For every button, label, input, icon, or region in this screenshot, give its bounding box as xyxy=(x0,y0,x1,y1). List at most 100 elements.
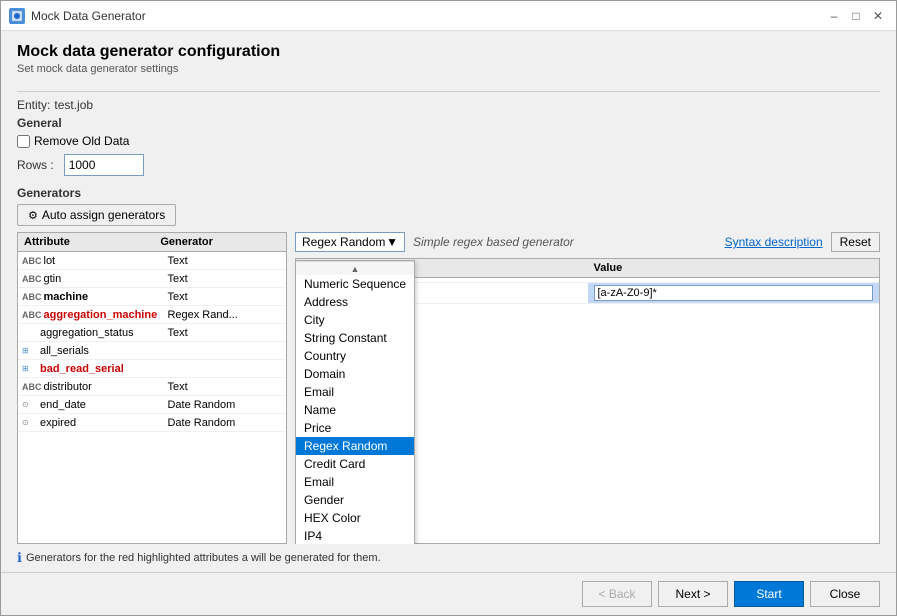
dropdown-item[interactable]: Credit Card xyxy=(296,455,414,473)
cell-attribute: ⊙ end_date xyxy=(18,397,163,413)
dropdown-item[interactable]: Regex Random xyxy=(296,437,414,455)
auto-assign-label: Auto assign generators xyxy=(42,208,165,222)
cell-generator xyxy=(163,367,286,371)
dropdown-item[interactable]: City xyxy=(296,311,414,329)
table-row[interactable]: ABC gtin Text xyxy=(18,270,286,288)
abc-icon: ABC xyxy=(22,256,42,266)
attribute-name: aggregation_machine xyxy=(44,309,158,321)
attribute-name: bad_read_serial xyxy=(40,363,124,375)
table-row[interactable]: ABC distributor Text xyxy=(18,378,286,396)
attribute-col-header: Attribute xyxy=(18,233,154,251)
generator-description: Simple regex based generator xyxy=(413,235,574,249)
cell-generator: Text xyxy=(163,253,286,269)
dropdown-item[interactable]: IP4 xyxy=(296,527,414,544)
dropdown-menu[interactable]: ▲ Numeric SequenceAddressCityString Cons… xyxy=(295,260,415,544)
entity-label: Entity: xyxy=(17,98,50,112)
close-window-button[interactable]: ✕ xyxy=(868,6,888,26)
abc-icon: ABC xyxy=(22,310,42,320)
table-row[interactable]: ABC machine Text xyxy=(18,288,286,306)
calendar-icon: ⊙ xyxy=(22,400,38,409)
generator-dropdown[interactable]: Regex Random ▼ xyxy=(295,232,405,252)
grid-icon: ⊞ xyxy=(22,364,38,373)
table-row[interactable]: ⊙ end_date Date Random xyxy=(18,396,286,414)
info-text: Generators for the red highlighted attri… xyxy=(26,552,381,564)
main-window: Mock Data Generator – □ ✕ Mock data gene… xyxy=(0,0,897,616)
dropdown-value: Regex Random xyxy=(302,235,385,249)
table-row[interactable]: ⊞ bad_read_serial xyxy=(18,360,286,378)
maximize-button[interactable]: □ xyxy=(846,6,866,26)
abc-icon: ABC xyxy=(22,274,42,284)
info-bar: ℹ Generators for the red highlighted att… xyxy=(17,544,880,572)
table-row[interactable]: ABC aggregation_machine Regex Rand... xyxy=(18,306,286,324)
abc-icon: ABC xyxy=(22,292,42,302)
footer: < Back Next > Start Close xyxy=(1,572,896,615)
content-area: Mock data generator configuration Set mo… xyxy=(1,31,896,572)
dropdown-item[interactable]: Email xyxy=(296,383,414,401)
dropdown-item[interactable]: Price xyxy=(296,419,414,437)
dropdown-item[interactable]: HEX Color xyxy=(296,509,414,527)
dropdown-item[interactable]: String Constant xyxy=(296,329,414,347)
table-header: Attribute Generator xyxy=(18,233,286,252)
entity-value: test.job xyxy=(54,98,93,112)
back-button[interactable]: < Back xyxy=(582,581,652,607)
table-row[interactable]: ⊞ all_serials xyxy=(18,342,286,360)
next-button[interactable]: Next > xyxy=(658,581,728,607)
remove-old-data-checkbox[interactable] xyxy=(17,135,30,148)
cell-attribute: ⊙ expired xyxy=(18,415,163,431)
syntax-description-link[interactable]: Syntax description xyxy=(725,235,823,249)
dropdown-item[interactable]: Country xyxy=(296,347,414,365)
attribute-name: expired xyxy=(40,417,76,429)
rows-input[interactable] xyxy=(64,154,144,176)
remove-old-data-row: Remove Old Data xyxy=(17,134,880,148)
config-value-2 xyxy=(588,283,880,303)
close-button[interactable]: Close xyxy=(810,581,880,607)
cell-generator: Text xyxy=(163,271,286,287)
general-section-label: General xyxy=(17,116,880,130)
generator-col-header: Generator xyxy=(154,233,270,251)
dropdown-item[interactable]: Address xyxy=(296,293,414,311)
start-button[interactable]: Start xyxy=(734,581,804,607)
cell-generator: Text xyxy=(163,379,286,395)
calendar-icon: ⊙ xyxy=(22,418,38,427)
cell-attribute: ABC machine xyxy=(18,289,163,305)
title-bar: Mock Data Generator – □ ✕ xyxy=(1,1,896,31)
cell-generator: Date Random xyxy=(163,397,286,413)
auto-assign-button[interactable]: ⚙ Auto assign generators xyxy=(17,204,176,226)
divider-1 xyxy=(17,91,880,92)
cell-attribute: ABC gtin xyxy=(18,271,163,287)
cell-attribute: ABC distributor xyxy=(18,379,163,395)
cell-generator: Regex Rand... xyxy=(163,307,286,323)
dropdown-item[interactable]: Email xyxy=(296,473,414,491)
dropdown-item[interactable]: Domain xyxy=(296,365,414,383)
dropdown-item[interactable]: Name xyxy=(296,401,414,419)
reset-button[interactable]: Reset xyxy=(831,232,880,252)
cell-attribute: ABC lot xyxy=(18,253,163,269)
cell-attribute: aggregation_status xyxy=(18,325,163,341)
scroll-up-btn[interactable]: ▲ xyxy=(296,261,414,275)
minimize-button[interactable]: – xyxy=(824,6,844,26)
grid-icon: ⊞ xyxy=(22,346,38,355)
generators-section: Generators ⚙ Auto assign generators Attr… xyxy=(17,186,880,572)
table-body[interactable]: ABC lot Text ABC gtin Text ABC machine T… xyxy=(18,252,286,543)
table-row[interactable]: aggregation_status Text xyxy=(18,324,286,342)
value-col-header: Value xyxy=(588,259,880,277)
cell-attribute: ABC aggregation_machine xyxy=(18,307,163,323)
right-panel: Regex Random ▼ ▲ Numeric SequenceAddress… xyxy=(287,232,880,544)
info-icon: ℹ xyxy=(17,550,22,566)
dropdown-item[interactable]: Gender xyxy=(296,491,414,509)
attribute-name: lot xyxy=(44,255,56,267)
rows-label: Rows : xyxy=(17,158,54,172)
table-row[interactable]: ⊙ expired Date Random xyxy=(18,414,286,432)
remove-old-data-label: Remove Old Data xyxy=(34,134,129,148)
table-row[interactable]: ABC lot Text xyxy=(18,252,286,270)
rows-row: Rows : xyxy=(17,154,880,176)
attribute-name: end_date xyxy=(40,399,86,411)
page-subtitle: Set mock data generator settings xyxy=(17,63,880,75)
title-bar-controls: – □ ✕ xyxy=(824,6,888,26)
attribute-name: all_serials xyxy=(40,345,89,357)
generators-header: ⚙ Auto assign generators xyxy=(17,204,880,226)
config-value-input[interactable] xyxy=(594,285,874,301)
dropdown-item[interactable]: Numeric Sequence xyxy=(296,275,414,293)
dropdown-arrow-icon: ▼ xyxy=(386,235,398,249)
page-title: Mock data generator configuration xyxy=(17,43,880,61)
